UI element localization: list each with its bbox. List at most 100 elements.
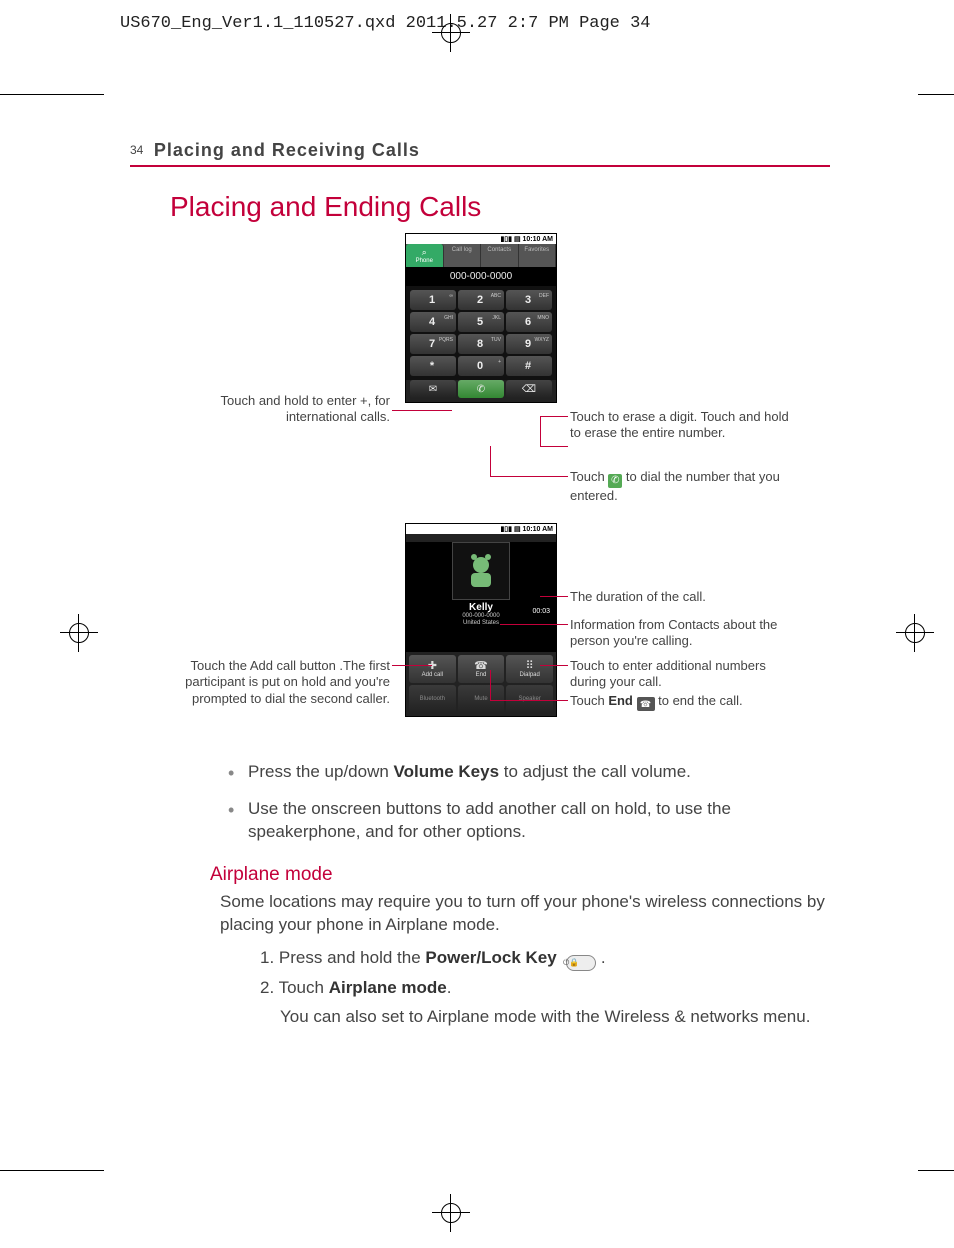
section-title: Placing and Receiving Calls	[154, 140, 420, 160]
step-bold: Airplane mode	[329, 978, 447, 997]
callout-text: Touch	[570, 469, 608, 484]
dialer-screenshot: ▮▯▮ ▤ 10:10 AM ⌕Phone Call log Contacts …	[405, 233, 557, 403]
callout-line	[540, 665, 568, 666]
callout-bold: End	[608, 693, 633, 708]
in-call-screenshot: ▮▯▮ ▤ 10:10 AM 00:03 Kelly 000-000-0000 …	[405, 523, 557, 717]
callout-line	[392, 665, 432, 666]
page-number: 34	[130, 143, 143, 157]
status-bar: ▮▯▮ ▤ 10:10 AM	[406, 234, 556, 244]
contact-location: United States	[406, 620, 556, 627]
page-title: Placing and Ending Calls	[170, 191, 830, 223]
in-call-buttons: ✚Add call ☎End ⠿Dialpad Bluetooth Mute S…	[406, 652, 556, 716]
call-button-icon: ✆	[458, 380, 504, 398]
callout-add-call: Touch the Add call button .The first par…	[140, 658, 390, 707]
step-bold: Power/Lock Key	[425, 948, 556, 967]
keypad-key: 4GHI	[410, 312, 456, 332]
keypad-key: 9WXYZ	[506, 334, 552, 354]
crop-mark	[918, 94, 954, 95]
callout-text: to end the call.	[655, 693, 743, 708]
callout-erase: Touch to erase a digit. Touch and hold t…	[570, 409, 790, 442]
keypad-key: 7PQRS	[410, 334, 456, 354]
callout-text: Touch	[570, 693, 608, 708]
step-text: 1. Press and hold the	[260, 948, 425, 967]
keypad: 1∞2ABC3DEF 4GHI5JKL6MNO 7PQRS8TUV9WXYZ *0+#	[406, 286, 556, 380]
crop-mark	[0, 94, 104, 95]
dialpad-button: ⠿Dialpad	[506, 655, 553, 683]
callout-contact-info: Information from Contacts about the pers…	[570, 617, 810, 650]
callout-line	[490, 670, 491, 700]
bullet-item: Press the up/down Volume Keys to adjust …	[222, 761, 830, 784]
tab-phone: ⌕Phone	[406, 244, 444, 267]
paragraph: Some locations may require you to turn o…	[220, 891, 830, 937]
registration-target-icon	[432, 14, 470, 52]
keypad-key: 5JKL	[458, 312, 504, 332]
callout-line	[540, 446, 568, 447]
step-text: .	[596, 948, 605, 967]
callout-line	[540, 416, 541, 446]
tab-contacts: Contacts	[481, 244, 519, 267]
keypad-key: #	[506, 356, 552, 376]
step-2: 2. Touch Airplane mode.	[260, 977, 830, 1000]
contact-avatar-icon	[452, 542, 510, 600]
bullet-bold: Volume Keys	[394, 762, 500, 781]
keypad-key: 2ABC	[458, 290, 504, 310]
callout-end-call: Touch End ☎ to end the call.	[570, 693, 810, 711]
call-duration: 00:03	[532, 608, 550, 615]
keypad-key: 8TUV	[458, 334, 504, 354]
callout-line	[540, 416, 568, 417]
bullet-text: Use the onscreen buttons to add another …	[248, 799, 731, 841]
call-info-area: 00:03 Kelly 000-000-0000 United States	[406, 542, 556, 652]
figures-area: ▮▯▮ ▤ 10:10 AM ⌕Phone Call log Contacts …	[170, 233, 830, 753]
dialer-bottom-row: ✉ ✆ ⌫	[406, 380, 556, 402]
step-2-sub: You can also set to Airplane mode with t…	[280, 1006, 830, 1029]
call-icon: ✆	[608, 474, 622, 488]
registration-target-icon	[896, 614, 934, 652]
page-content: 34 Placing and Receiving Calls Placing a…	[130, 140, 830, 1029]
sms-icon: ✉	[410, 380, 456, 398]
print-slug: US670_Eng_Ver1.1_110527.qxd 2011.5.27 2:…	[120, 14, 651, 33]
backspace-icon: ⌫	[506, 380, 552, 398]
add-call-button: ✚Add call	[409, 655, 456, 683]
bullet-text: to adjust the call volume.	[499, 762, 691, 781]
registration-target-icon	[432, 1194, 470, 1232]
callout-line	[490, 476, 568, 477]
status-time: 10:10 AM	[523, 526, 553, 533]
speaker-button: Speaker	[506, 685, 553, 713]
mute-button: Mute	[458, 685, 505, 713]
callout-intl: Touch and hold to enter +, for internati…	[160, 393, 390, 426]
callout-line	[392, 410, 452, 411]
step-text: 2. Touch	[260, 978, 329, 997]
running-header: 34 Placing and Receiving Calls	[130, 140, 830, 167]
body-text: Press the up/down Volume Keys to adjust …	[170, 761, 830, 1029]
subheading: Airplane mode	[210, 862, 830, 888]
callout-dialpad: Touch to enter additional numbers during…	[570, 658, 800, 691]
bullet-text: Press the up/down	[248, 762, 394, 781]
callout-line	[490, 700, 568, 701]
step-text: .	[447, 978, 452, 997]
callout-dial: Touch ✆ to dial the number that you ente…	[570, 469, 810, 504]
number-display: 000-000-0000	[406, 267, 556, 286]
keypad-key: 1∞	[410, 290, 456, 310]
step-1: 1. Press and hold the Power/Lock Key ⏻🔒 …	[260, 947, 830, 971]
status-bar: ▮▯▮ ▤ 10:10 AM	[406, 524, 556, 534]
keypad-key: 0+	[458, 356, 504, 376]
callout-line	[500, 624, 568, 625]
keypad-key: *	[410, 356, 456, 376]
callout-duration: The duration of the call.	[570, 589, 800, 605]
callout-line	[490, 446, 491, 476]
status-time: 10:10 AM	[523, 236, 553, 243]
crop-mark	[0, 1170, 104, 1171]
registration-target-icon	[60, 614, 98, 652]
dialer-tabs: ⌕Phone Call log Contacts Favorites	[406, 244, 556, 267]
end-call-icon: ☎	[637, 697, 655, 711]
power-lock-key-icon: ⏻🔒	[566, 955, 596, 971]
bullet-item: Use the onscreen buttons to add another …	[222, 798, 830, 844]
bluetooth-button: Bluetooth	[409, 685, 456, 713]
keypad-key: 6MNO	[506, 312, 552, 332]
callout-line	[540, 596, 568, 597]
end-call-button: ☎End	[458, 655, 505, 683]
tab-favorites: Favorites	[519, 244, 557, 267]
keypad-key: 3DEF	[506, 290, 552, 310]
tab-call-log: Call log	[444, 244, 482, 267]
crop-mark	[918, 1170, 954, 1171]
